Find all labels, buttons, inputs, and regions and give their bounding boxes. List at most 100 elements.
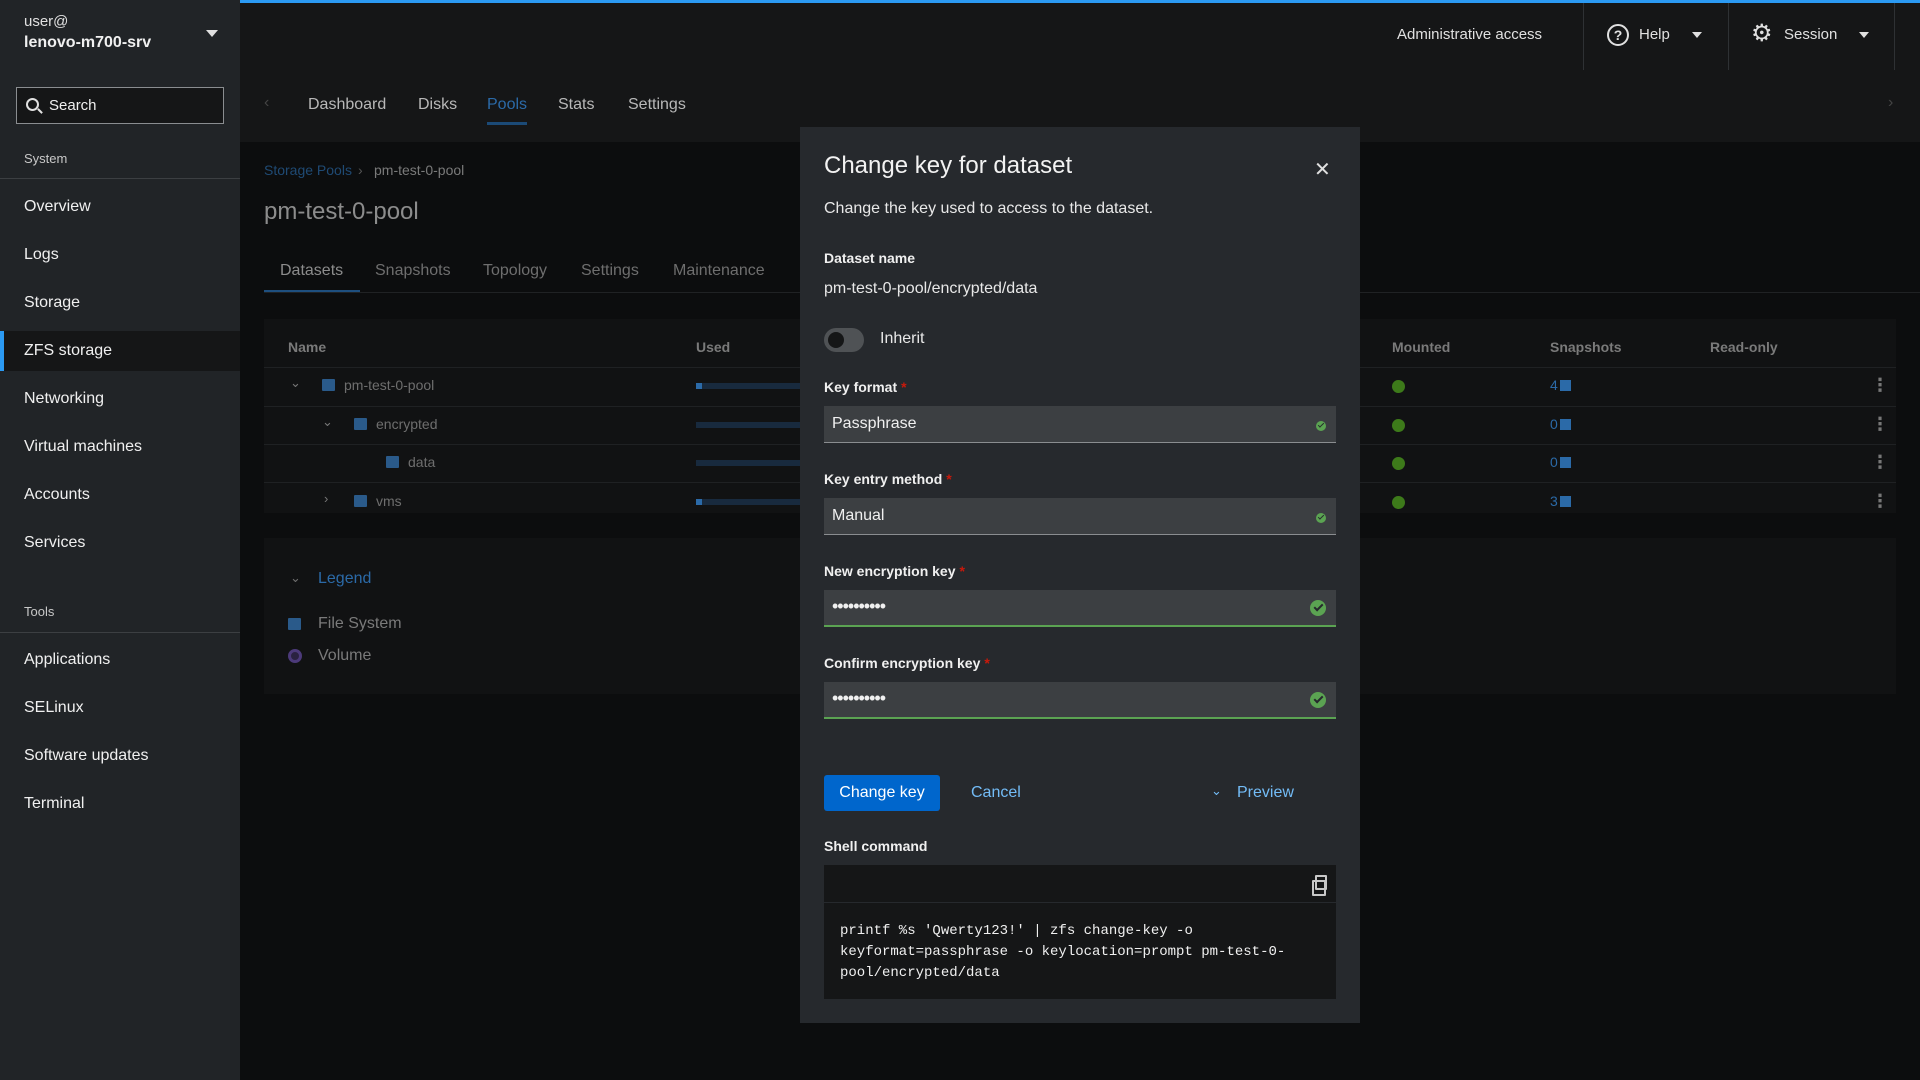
sidebar-item-storage[interactable]: Storage	[0, 283, 240, 323]
column-header-readonly[interactable]: Read-only	[1710, 339, 1778, 355]
column-header-name[interactable]: Name	[288, 339, 326, 355]
tab-pools[interactable]: Pools	[487, 96, 528, 125]
key-format-label: Key format *	[824, 379, 907, 395]
check-circle-icon	[1316, 421, 1326, 431]
divider	[1894, 3, 1895, 70]
required-mark: *	[984, 655, 990, 671]
usage-bar-fill	[696, 499, 702, 505]
new-key-label: New encryption key *	[824, 563, 965, 579]
sidebar-item-selinux[interactable]: SELinux	[0, 688, 240, 728]
caret-down-icon[interactable]	[206, 30, 218, 37]
dataset-name[interactable]: pm-test-0-pool	[344, 377, 434, 393]
chevron-right-icon[interactable]: ›	[1888, 94, 1893, 112]
inherit-toggle[interactable]	[824, 328, 864, 352]
chevron-down-icon[interactable]: ⌄	[322, 414, 333, 430]
sidebar-item-software-updates[interactable]: Software updates	[0, 736, 240, 776]
snapshots-count-value: 0	[1550, 454, 1558, 470]
snapshots-count[interactable]: 4	[1550, 377, 1571, 393]
mounted-check-icon	[1392, 380, 1405, 393]
administrative-access-button[interactable]: Administrative access	[1397, 3, 1542, 70]
chevron-right-icon[interactable]: ›	[324, 491, 328, 506]
edit-icon	[1559, 419, 1571, 430]
new-key-value: ••••••••••	[832, 596, 886, 616]
kebab-menu-icon[interactable]	[1871, 452, 1889, 473]
sidebar-item-overview[interactable]: Overview	[0, 187, 240, 227]
sidebar-item-accounts[interactable]: Accounts	[0, 475, 240, 515]
snapshots-count-value: 3	[1550, 493, 1558, 509]
chevron-left-icon[interactable]: ‹	[264, 94, 269, 112]
snapshots-count-value: 4	[1550, 377, 1558, 393]
usage-bar	[696, 422, 806, 428]
kebab-menu-icon[interactable]	[1871, 375, 1889, 396]
dataset-name[interactable]: data	[408, 454, 435, 470]
session-menu-button[interactable]: Session	[1784, 3, 1837, 70]
breadcrumb-link[interactable]: Storage Pools	[264, 162, 352, 178]
search-placeholder: Search	[49, 97, 97, 114]
snapshots-count[interactable]: 0	[1550, 454, 1571, 470]
check-circle-icon	[1316, 513, 1326, 523]
help-circle-icon[interactable]: ?	[1607, 24, 1629, 46]
key-format-select[interactable]: Passphrase	[824, 406, 1336, 443]
filesystem-icon	[354, 418, 367, 430]
confirm-key-label-text: Confirm encryption key	[824, 655, 981, 671]
breadcrumb-separator: ›	[358, 162, 363, 178]
divider	[1728, 3, 1729, 70]
caret-down-icon[interactable]	[1692, 32, 1702, 38]
key-entry-label-text: Key entry method	[824, 471, 943, 487]
sidebar-item-applications[interactable]: Applications	[0, 640, 240, 680]
sidebar-item-zfs-storage[interactable]: ZFS storage	[0, 331, 240, 371]
subtab-topology[interactable]: Topology	[483, 262, 547, 280]
snapshots-count[interactable]: 0	[1550, 416, 1571, 432]
inherit-label: Inherit	[880, 330, 925, 347]
snapshots-count[interactable]: 3	[1550, 493, 1571, 509]
gear-icon[interactable]: ⚙	[1751, 22, 1773, 46]
legend-item-volume: Volume	[318, 647, 372, 664]
close-icon[interactable]: ✕	[1314, 157, 1331, 182]
sidebar-item-virtual-machines[interactable]: Virtual machines	[0, 427, 240, 467]
dataset-name[interactable]: vms	[376, 493, 402, 509]
sidebar-item-services[interactable]: Services	[0, 523, 240, 563]
sidebar-item-logs[interactable]: Logs	[0, 235, 240, 275]
subtab-settings[interactable]: Settings	[581, 262, 639, 280]
tab-stats[interactable]: Stats	[558, 96, 594, 114]
tab-settings[interactable]: Settings	[628, 96, 686, 114]
snapshots-count-value: 0	[1550, 416, 1558, 432]
usage-bar	[696, 460, 806, 466]
tab-dashboard[interactable]: Dashboard	[308, 96, 386, 114]
chevron-down-icon[interactable]: ⌄	[290, 570, 301, 586]
column-header-used[interactable]: Used	[696, 339, 730, 355]
cancel-button[interactable]: Cancel	[971, 784, 1021, 802]
confirm-key-input[interactable]: ••••••••••	[824, 682, 1336, 719]
preview-toggle[interactable]: ⌄ Preview	[1211, 783, 1294, 802]
subtab-maintenance[interactable]: Maintenance	[673, 262, 765, 280]
tab-disks[interactable]: Disks	[418, 96, 457, 114]
chevron-down-icon[interactable]: ⌄	[290, 375, 301, 391]
key-entry-select[interactable]: Manual	[824, 498, 1336, 535]
host-switcher[interactable]: user@ lenovo-m700-srv	[24, 13, 224, 52]
mounted-check-icon	[1392, 419, 1405, 432]
shell-command-label: Shell command	[824, 838, 928, 854]
search-input[interactable]: Search	[16, 87, 224, 124]
dataset-name[interactable]: encrypted	[376, 416, 437, 432]
sidebar: user@ lenovo-m700-srv Search System Over…	[0, 0, 240, 1080]
kebab-menu-icon[interactable]	[1871, 491, 1889, 512]
usage-bar	[696, 499, 806, 505]
subtab-snapshots[interactable]: Snapshots	[375, 262, 451, 280]
caret-down-icon[interactable]	[1859, 32, 1869, 38]
filesystem-icon	[386, 456, 399, 468]
sidebar-item-networking[interactable]: Networking	[0, 379, 240, 419]
legend-toggle[interactable]: Legend	[318, 570, 371, 588]
mounted-check-icon	[1392, 457, 1405, 470]
subtab-datasets[interactable]: Datasets	[280, 262, 343, 280]
column-header-snapshots[interactable]: Snapshots	[1550, 339, 1622, 355]
kebab-menu-icon[interactable]	[1871, 414, 1889, 435]
filesystem-icon	[322, 379, 335, 391]
preview-label: Preview	[1237, 784, 1294, 801]
new-key-input[interactable]: ••••••••••	[824, 590, 1336, 627]
help-menu-button[interactable]: Help	[1639, 3, 1670, 70]
change-key-button[interactable]: Change key	[824, 775, 940, 811]
column-header-mounted[interactable]: Mounted	[1392, 339, 1450, 355]
divider	[1583, 3, 1584, 70]
sidebar-item-terminal[interactable]: Terminal	[0, 784, 240, 824]
copy-icon[interactable]	[1312, 875, 1327, 896]
